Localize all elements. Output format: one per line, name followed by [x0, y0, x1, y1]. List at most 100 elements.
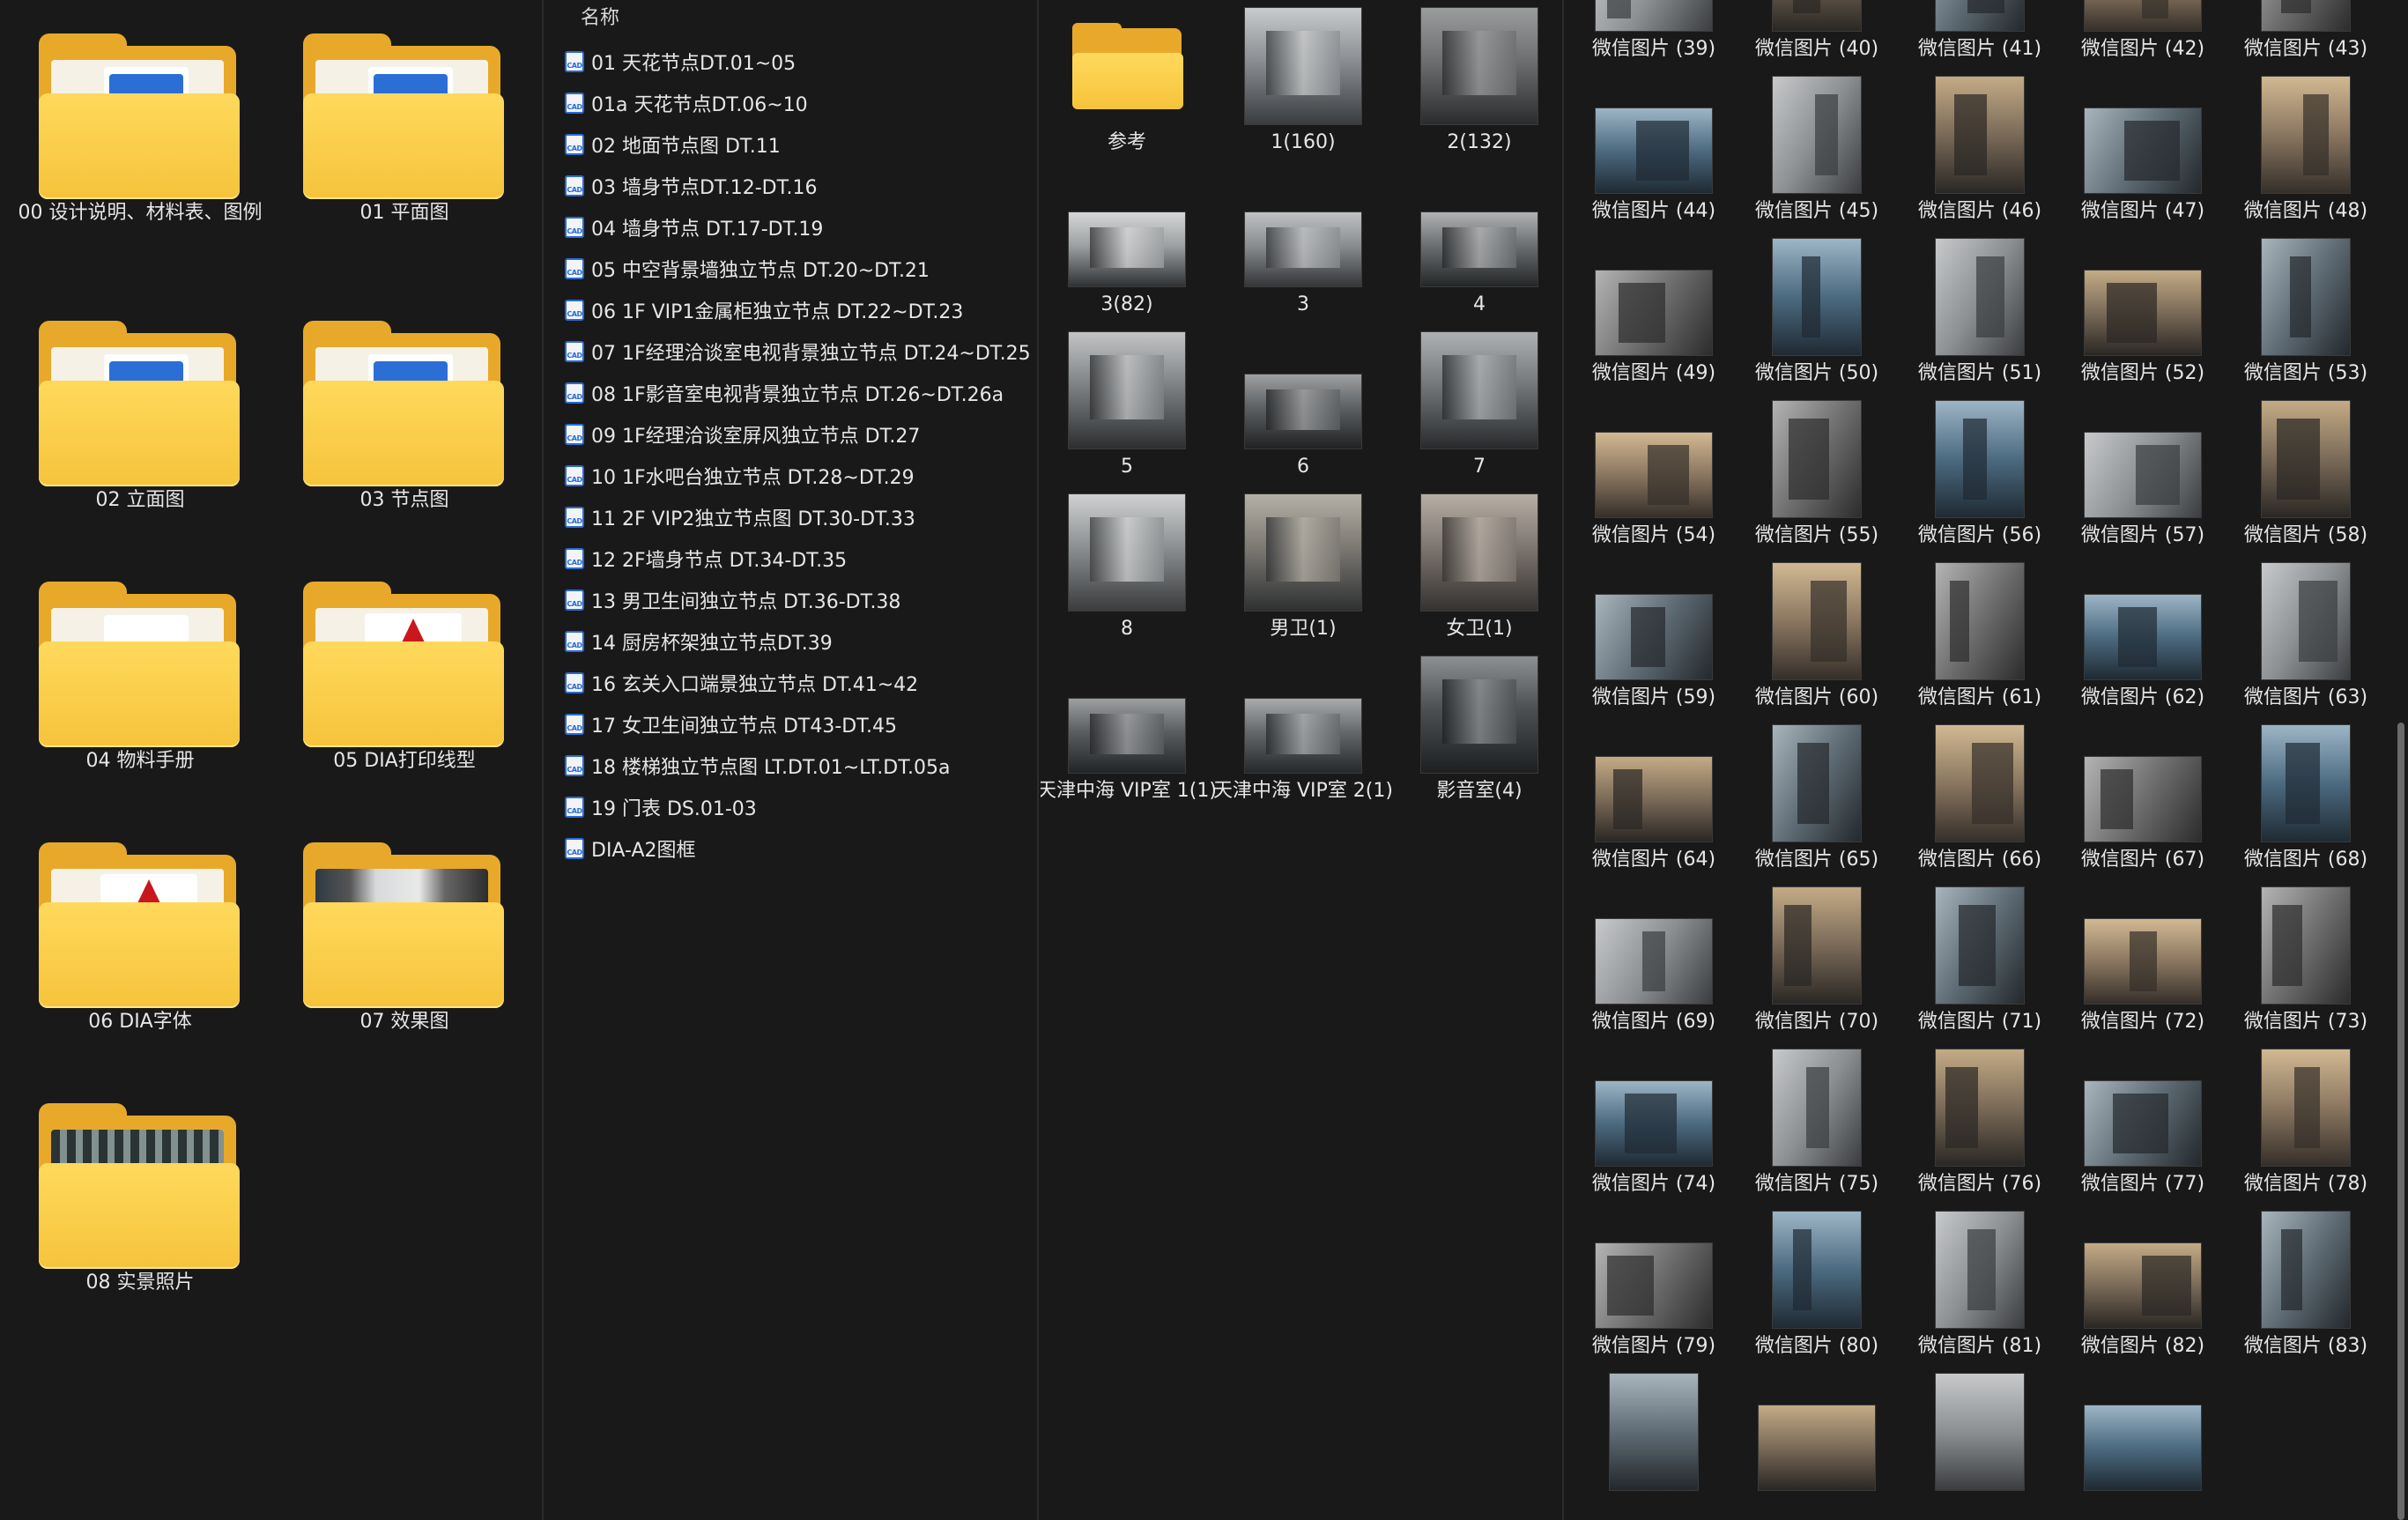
- rendering-thumbnail[interactable]: 7: [1391, 324, 1562, 486]
- photo-thumbnail[interactable]: 微信图片 (68): [2218, 717, 2394, 879]
- file-list-item[interactable]: DIA-A2图框: [565, 831, 696, 866]
- rendering-thumbnail[interactable]: 5: [1041, 324, 1215, 486]
- file-list-item[interactable]: 01a 天花节点DT.06~10: [565, 85, 808, 121]
- photo-thumbnail[interactable]: 微信图片 (51): [1892, 231, 2068, 393]
- file-list-item[interactable]: 18 楼梯独立节点图 LT.DT.01~LT.DT.05a: [565, 748, 951, 783]
- photo-thumbnail[interactable]: 微信图片 (77): [2055, 1042, 2231, 1204]
- photo-thumbnail[interactable]: 微信图片 (39): [1566, 0, 1742, 69]
- photo-thumbnail[interactable]: 微信图片 (53): [2218, 231, 2394, 393]
- photo-thumbnail[interactable]: 微信图片 (60): [1729, 555, 1905, 717]
- photo-thumbnail[interactable]: [1729, 1366, 1905, 1520]
- photo-label: 微信图片 (74): [1591, 1173, 1716, 1195]
- rendering-thumbnail[interactable]: 女卫(1): [1391, 486, 1562, 649]
- photo-thumbnail[interactable]: [1892, 1366, 2068, 1520]
- photo-thumbnail[interactable]: [1566, 1366, 1742, 1520]
- rendering-thumbnail[interactable]: 男卫(1): [1215, 486, 1391, 649]
- photo-thumbnail[interactable]: 微信图片 (40): [1729, 0, 1905, 69]
- photo-thumbnail[interactable]: 微信图片 (47): [2055, 69, 2231, 231]
- file-name: 13 男卫生间独立节点 DT.36-DT.38: [591, 591, 901, 613]
- file-list-item[interactable]: 08 1F影音室电视背景独立节点 DT.26~DT.26a: [565, 375, 1004, 411]
- photo-thumbnail[interactable]: 微信图片 (52): [2055, 231, 2231, 393]
- folder-tile[interactable]: 06 DIA字体: [4, 809, 268, 1070]
- column-header-name[interactable]: 名称: [581, 2, 619, 30]
- rendering-thumbnail[interactable]: 3(82): [1041, 162, 1215, 324]
- photo-thumbnail[interactable]: 微信图片 (46): [1892, 69, 2068, 231]
- photo-label: 微信图片 (79): [1591, 1335, 1716, 1357]
- folder-tile[interactable]: DWG 01 平面图: [268, 0, 532, 261]
- photo-thumbnail[interactable]: 微信图片 (63): [2218, 555, 2394, 717]
- rendering-thumbnail[interactable]: 影音室(4): [1391, 649, 1562, 811]
- rendering-thumbnail[interactable]: 6: [1215, 324, 1391, 486]
- file-list-item[interactable]: 07 1F经理洽谈室电视背景独立节点 DT.24~DT.25: [565, 334, 1031, 369]
- photo-thumbnail[interactable]: 微信图片 (48): [2218, 69, 2394, 231]
- file-list-item[interactable]: 02 地面节点图 DT.11: [565, 127, 781, 162]
- rendering-thumbnail[interactable]: 3: [1215, 162, 1391, 324]
- file-list-item[interactable]: 03 墙身节点DT.12-DT.16: [565, 168, 817, 204]
- photo-thumbnail[interactable]: 微信图片 (41): [1892, 0, 2068, 69]
- photo-thumbnail[interactable]: 微信图片 (73): [2218, 879, 2394, 1042]
- photo-thumbnail[interactable]: 微信图片 (79): [1566, 1204, 1742, 1366]
- photo-thumbnail[interactable]: 微信图片 (59): [1566, 555, 1742, 717]
- photo-thumbnail[interactable]: 微信图片 (78): [2218, 1042, 2394, 1204]
- rendering-thumbnail[interactable]: 2(132): [1391, 0, 1562, 162]
- photo-thumbnail[interactable]: 微信图片 (58): [2218, 393, 2394, 555]
- file-list-item[interactable]: 05 中空背景墙独立节点 DT.20~DT.21: [565, 251, 930, 286]
- file-list-item[interactable]: 19 门表 DS.01-03: [565, 790, 757, 825]
- photo-thumbnail[interactable]: 微信图片 (45): [1729, 69, 1905, 231]
- photo-thumbnail[interactable]: 微信图片 (70): [1729, 879, 1905, 1042]
- photo-thumbnail[interactable]: 微信图片 (83): [2218, 1204, 2394, 1366]
- folder-tile[interactable]: 07 效果图: [268, 809, 532, 1070]
- photo-thumbnail[interactable]: 微信图片 (57): [2055, 393, 2231, 555]
- rendering-thumbnail[interactable]: 8: [1041, 486, 1215, 649]
- photo-thumbnail[interactable]: 微信图片 (67): [2055, 717, 2231, 879]
- vertical-scrollbar[interactable]: [2397, 723, 2404, 1520]
- photo-thumbnail[interactable]: 微信图片 (49): [1566, 231, 1742, 393]
- folder-tile[interactable]: DWG 02 立面图: [4, 287, 268, 548]
- rendering-thumbnail[interactable]: 天津中海 VIP室 2(1): [1213, 649, 1393, 811]
- folder-tile[interactable]: P 04 物料手册: [4, 548, 268, 809]
- file-list-item[interactable]: 16 玄关入口端景独立节点 DT.41~42: [565, 665, 918, 701]
- folder-tile[interactable]: DWG 03 节点图: [268, 287, 532, 548]
- file-list-item[interactable]: 17 女卫生间独立节点 DT43-DT.45: [565, 707, 897, 742]
- file-list-item[interactable]: 10 1F水吧台独立节点 DT.28~DT.29: [565, 458, 915, 493]
- file-list-item[interactable]: 14 厨房杯架独立节点DT.39: [565, 624, 833, 659]
- photo-thumbnail[interactable]: 微信图片 (82): [2055, 1204, 2231, 1366]
- rendering-thumbnail[interactable]: 1(160): [1215, 0, 1391, 162]
- rendering-thumbnail[interactable]: 天津中海 VIP室 1(1): [1041, 649, 1217, 811]
- file-list-item[interactable]: 13 男卫生间独立节点 DT.36-DT.38: [565, 582, 900, 618]
- photo-thumbnail[interactable]: 微信图片 (81): [1892, 1204, 2068, 1366]
- photo-thumbnail[interactable]: 微信图片 (43): [2218, 0, 2394, 69]
- photo-thumbnail[interactable]: 微信图片 (50): [1729, 231, 1905, 393]
- photo-image: [1935, 0, 2025, 32]
- file-list-item[interactable]: 11 2F VIP2独立节点图 DT.30-DT.33: [565, 500, 915, 535]
- rendering-thumbnail[interactable]: 4: [1391, 162, 1562, 324]
- file-list-item[interactable]: 12 2F墙身节点 DT.34-DT.35: [565, 541, 847, 576]
- photo-thumbnail[interactable]: 微信图片 (71): [1892, 879, 2068, 1042]
- file-list-item[interactable]: 09 1F经理洽谈室屏风独立节点 DT.27: [565, 417, 920, 452]
- photo-thumbnail[interactable]: 微信图片 (61): [1892, 555, 2068, 717]
- file-list-item[interactable]: 01 天花节点DT.01~05: [565, 44, 796, 79]
- photo-thumbnail[interactable]: 微信图片 (62): [2055, 555, 2231, 717]
- photo-thumbnail[interactable]: 微信图片 (42): [2055, 0, 2231, 69]
- rendering-thumbnail[interactable]: 参考: [1041, 0, 1215, 162]
- photo-thumbnail[interactable]: 微信图片 (80): [1729, 1204, 1905, 1366]
- photo-thumbnail[interactable]: 微信图片 (66): [1892, 717, 2068, 879]
- file-list-item[interactable]: 04 墙身节点 DT.17-DT.19: [565, 210, 823, 245]
- folder-tile[interactable]: DWG 00 设计说明、材料表、图例: [4, 0, 268, 261]
- photo-thumbnail[interactable]: 微信图片 (55): [1729, 393, 1905, 555]
- photo-thumbnail[interactable]: 微信图片 (54): [1566, 393, 1742, 555]
- photo-thumbnail[interactable]: 微信图片 (64): [1566, 717, 1742, 879]
- photo-thumbnail[interactable]: 微信图片 (75): [1729, 1042, 1905, 1204]
- folder-tile[interactable]: 05 DIA打印线型: [268, 548, 532, 809]
- photo-thumbnail[interactable]: [2055, 1366, 2231, 1520]
- folder-label: 02 立面图: [95, 489, 185, 511]
- photo-thumbnail[interactable]: 微信图片 (76): [1892, 1042, 2068, 1204]
- folder-tile[interactable]: 08 实景照片: [4, 1070, 268, 1331]
- photo-thumbnail[interactable]: 微信图片 (44): [1566, 69, 1742, 231]
- photo-thumbnail[interactable]: 微信图片 (72): [2055, 879, 2231, 1042]
- photo-thumbnail[interactable]: 微信图片 (56): [1892, 393, 2068, 555]
- file-list-item[interactable]: 06 1F VIP1金属柜独立节点 DT.22~DT.23: [565, 293, 963, 328]
- photo-thumbnail[interactable]: 微信图片 (69): [1566, 879, 1742, 1042]
- photo-thumbnail[interactable]: 微信图片 (74): [1566, 1042, 1742, 1204]
- photo-thumbnail[interactable]: 微信图片 (65): [1729, 717, 1905, 879]
